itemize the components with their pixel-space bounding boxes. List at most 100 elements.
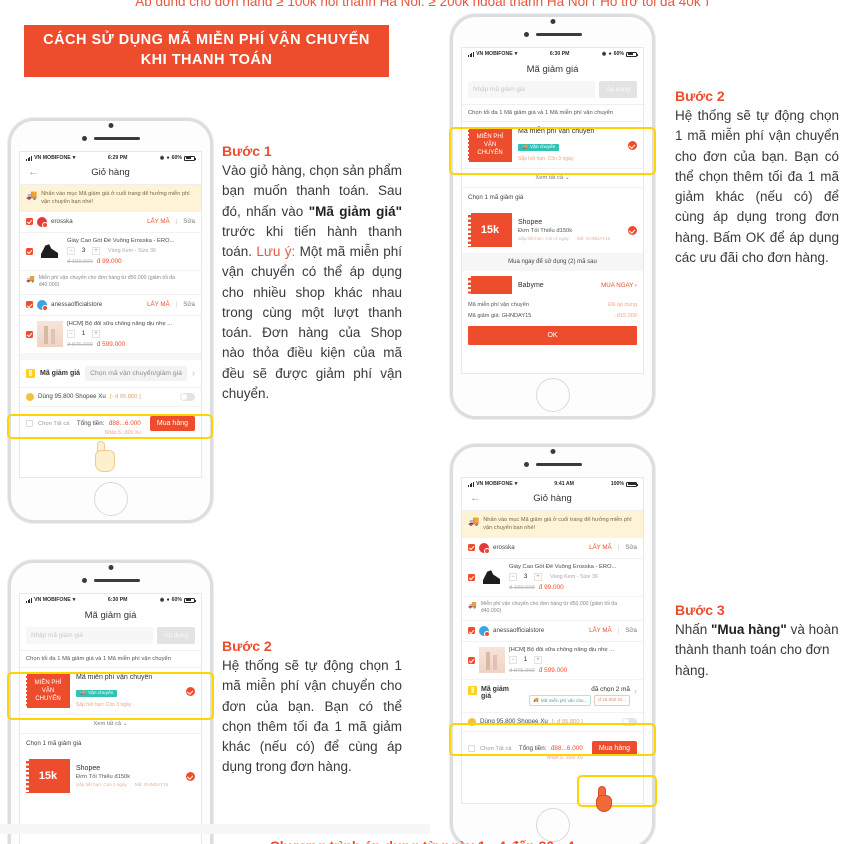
edit-link[interactable]: Sửa (625, 544, 637, 551)
front-camera-icon (108, 123, 113, 128)
product-checkbox[interactable] (468, 573, 475, 581)
wifi-icon: ▾ (72, 155, 76, 161)
voucher-entry-row[interactable]: Mã giảm giá Chọn mã vận chuyển/giảm giá … (20, 359, 201, 387)
chevron-right-icon: › (192, 368, 195, 379)
discount-stamp: 15k (26, 759, 70, 793)
shop-checkbox[interactable] (26, 218, 33, 226)
summary-left: Mã giảm giá: GHNDAY15 (468, 312, 532, 319)
get-voucher-link[interactable]: LẤY MÃ (147, 301, 170, 308)
shop-checkbox[interactable] (468, 627, 475, 635)
product-checkbox[interactable] (26, 330, 33, 338)
freeship-voucher-card[interactable]: MIỄN PHÍ VẬN CHUYỂN Mã miễn phí vận chuy… (462, 122, 643, 168)
freeship-stamp: MIỄN PHÍ VẬN CHUYỂN (25, 674, 70, 708)
status-time: 9:41 AM (554, 481, 574, 487)
increase-quantity-button[interactable]: + (92, 246, 100, 255)
home-button[interactable] (93, 482, 128, 516)
product-row: [HCM] Bộ đôi sữa chống nắng dịu nhẹ ... … (462, 642, 643, 680)
nav-bar: ← Giỏ hàng (20, 163, 201, 185)
top-clipped-text: Áp dụng cho đơn hàng ≥ 100k nội thành Hà… (0, 0, 844, 6)
shop-name[interactable]: erosska (493, 544, 585, 551)
see-all-vouchers-link[interactable]: Xem tất cả ⌄ (20, 714, 201, 734)
voucher-code-input[interactable]: Nhập mã giảm giá (26, 627, 154, 644)
voucher-selected-check-icon[interactable] (186, 686, 195, 696)
phone-mockup-cart-step3: VN MOBIFONE ▾ 9:41 AM 100% ← Giỏ hàng 🚚 … (450, 444, 655, 844)
voucher-code-input-row: Nhập mã giảm giá Áp dụng (462, 81, 643, 104)
voucher-selected-check-icon[interactable] (186, 771, 195, 781)
voucher-tag-text: Vận chuyển (87, 691, 114, 697)
edit-link[interactable]: Sửa (625, 627, 637, 634)
see-all-vouchers-link[interactable]: Xem tất cả ⌄ (462, 168, 643, 188)
apply-voucher-button[interactable]: Áp dụng (599, 81, 637, 98)
discount-section-title: Chọn 1 mã giảm giá (20, 734, 201, 753)
buy-now-link[interactable]: MUA NGAY › (601, 282, 637, 289)
voucher-select-field[interactable]: Chọn mã vận chuyển/giảm giá (85, 365, 187, 381)
earpiece-speaker (535, 32, 582, 36)
discount-voucher-card[interactable]: 15k Shopee Đơn Tối Thiểu đ150k Sắp hết h… (20, 753, 201, 799)
ok-button[interactable]: OK (468, 326, 637, 345)
xu-toggle[interactable] (180, 392, 195, 401)
product-checkbox[interactable] (468, 656, 475, 664)
select-all-checkbox[interactable] (468, 745, 475, 753)
step-2-right-title: Bước 2 (675, 88, 725, 104)
step-1-body: Vào giỏ hàng, chọn sản phẩm bạn muốn tha… (222, 161, 402, 404)
voucher-code: Mã: GHNDAY15 (576, 236, 611, 242)
truck-icon: 🚚 (26, 190, 38, 200)
buy-button[interactable]: Mua hàng (591, 741, 637, 757)
increase-quantity-button[interactable]: + (92, 329, 100, 338)
phone-notch (453, 19, 652, 41)
get-voucher-link[interactable]: LẤY MÃ (589, 627, 612, 634)
home-button[interactable] (535, 378, 570, 412)
divider: | (617, 627, 620, 635)
page-title: Giỏ hàng (533, 493, 572, 504)
decrease-quantity-button[interactable]: − (509, 655, 517, 664)
truck-icon: 🚚 (468, 601, 477, 609)
product-checkbox[interactable] (26, 247, 33, 255)
shop-avatar (479, 625, 490, 637)
apply-voucher-button[interactable]: Áp dụng (157, 627, 195, 644)
home-button[interactable] (535, 808, 570, 842)
stamp-line-1: MIỄN PHÍ (34, 679, 62, 686)
buy-now-voucher-card[interactable]: Babyme MUA NGAY › (462, 271, 643, 299)
decrease-quantity-button[interactable]: − (509, 572, 517, 581)
title-banner: CÁCH SỬ DỤNG MÃ MIỄN PHÍ VẬN CHUYỂN KHI … (24, 25, 389, 77)
discount-section-title: Chọn 1 mã giảm giá (462, 188, 643, 207)
shop-row: erosska LẤY MÃ | Sửa (462, 538, 643, 559)
get-voucher-link[interactable]: LẤY MÃ (589, 544, 612, 551)
voucher-selected-check-icon[interactable] (628, 225, 637, 235)
increase-quantity-button[interactable]: + (534, 572, 542, 581)
sensor-icon (81, 577, 87, 583)
get-voucher-link[interactable]: LẤY MÃ (147, 218, 170, 225)
buy-button[interactable]: Mua hàng (149, 416, 195, 432)
voucher-entry-row-selected[interactable]: Mã giảm giá đã chọn 2 mã 🚚 Mã miễn phí v… (462, 679, 643, 712)
edit-link[interactable]: Sửa (183, 301, 195, 308)
signal-icon (26, 155, 33, 161)
coin-icon (26, 392, 34, 401)
truck-icon: 🚚 (522, 145, 528, 151)
shop-name[interactable]: anessaofficialstore (51, 301, 143, 308)
decrease-quantity-button[interactable]: − (67, 246, 75, 255)
front-camera-icon (108, 565, 113, 570)
voucher-selected-check-icon[interactable] (628, 140, 637, 150)
shopee-xu-row[interactable]: Dùng 95.800 Shopee Xu [- đ 95.800 ] (462, 711, 643, 731)
freeship-voucher-card[interactable]: MIỄN PHÍ VẬN CHUYỂN Mã miễn phí vận chuy… (20, 668, 201, 714)
edit-link[interactable]: Sửa (183, 218, 195, 225)
select-all-checkbox[interactable] (26, 420, 33, 428)
phone-screen: VN MOBIFONE ▾ 6:30 PM ◉ ● 60% Mã giảm gi… (19, 593, 202, 844)
voucher-shop-name: Shopee (518, 218, 543, 226)
shop-name[interactable]: erosska (51, 218, 143, 225)
location-icon: ◉ (601, 51, 607, 57)
shopee-xu-row[interactable]: Dùng 95.800 Shopee Xu [- đ 95.800 ] (20, 386, 201, 406)
discount-stamp: 15k (468, 213, 512, 247)
shop-row: anessaofficialstore LẤY MÃ | Sửa (20, 295, 201, 316)
shop-name[interactable]: anessaofficialstore (493, 627, 585, 634)
increase-quantity-button[interactable]: + (534, 655, 542, 664)
select-all-label: Chọn Tất cả (480, 745, 512, 752)
discount-voucher-card[interactable]: 15k Shopee Đơn Tối Thiểu đ150k Sắp hết h… (462, 207, 643, 253)
shop-checkbox[interactable] (468, 544, 475, 552)
decrease-quantity-button[interactable]: − (67, 329, 75, 338)
voucher-page-title: Mã giảm giá (526, 64, 579, 75)
xu-toggle[interactable] (622, 717, 637, 726)
voucher-code-input[interactable]: Nhập mã giảm giá (468, 81, 596, 98)
discounted-price: đ 599.000 (538, 666, 568, 674)
shop-checkbox[interactable] (26, 301, 33, 309)
